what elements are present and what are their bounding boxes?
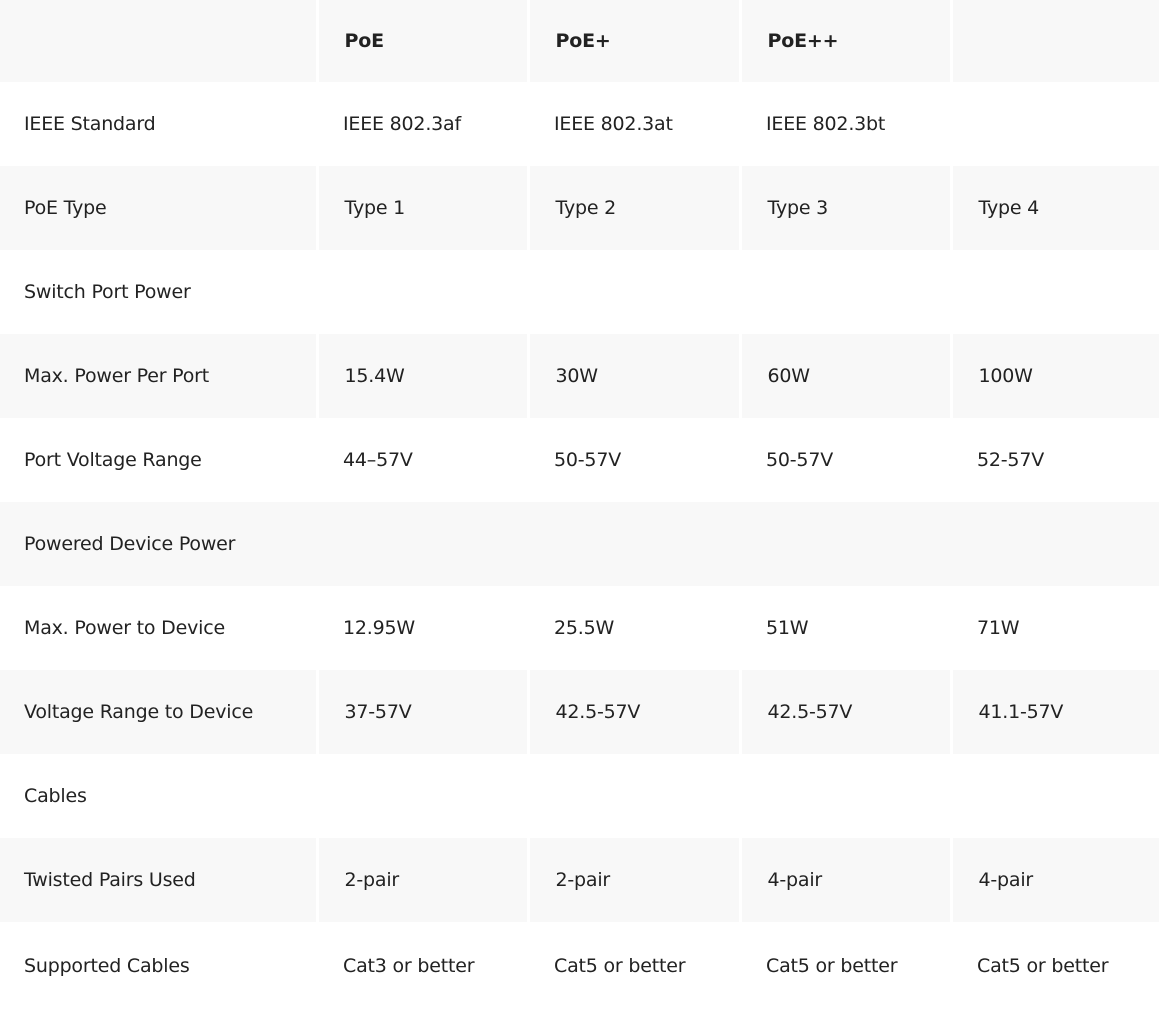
table-cell bbox=[951, 754, 1159, 838]
table-cell bbox=[528, 754, 740, 838]
table-cell bbox=[528, 250, 740, 334]
table-row-section-cables: Cables bbox=[0, 754, 1159, 838]
table-cell: 71W bbox=[977, 617, 1020, 639]
header-cell-empty bbox=[0, 0, 317, 82]
table-row-poe-type: PoE Type Type 1 Type 2 Type 3 Type 4 bbox=[0, 166, 1159, 250]
table-cell: 25.5W bbox=[554, 617, 615, 639]
table-cell: 50-57V bbox=[766, 449, 834, 471]
table-cell: IEEE 802.3bt bbox=[766, 113, 886, 135]
table-cell: 4-pair bbox=[949, 838, 1159, 922]
table-row-voltage-range-to-device: Voltage Range to Device 37-57V 42.5-57V … bbox=[0, 670, 1159, 754]
table-cell: 4-pair bbox=[738, 838, 951, 922]
section-label: Cables bbox=[24, 785, 87, 807]
table-cell: 42.5-57V bbox=[526, 670, 740, 754]
table-cell bbox=[951, 250, 1159, 334]
table-cell bbox=[951, 82, 1159, 166]
table-cell: Cat5 or better bbox=[766, 954, 898, 977]
table-cell bbox=[317, 250, 528, 334]
table-cell bbox=[317, 754, 528, 838]
header-cell-poe: PoE bbox=[315, 0, 528, 82]
row-label: Port Voltage Range bbox=[24, 449, 202, 471]
row-label: Voltage Range to Device bbox=[0, 670, 317, 754]
poe-comparison-table: PoE PoE+ PoE++ IEEE Standard IEEE 802.3a… bbox=[0, 0, 1159, 1009]
header-cell-spacer bbox=[949, 0, 1159, 82]
row-label: IEEE Standard bbox=[24, 113, 156, 135]
table-cell: 52-57V bbox=[977, 449, 1045, 471]
table-cell: IEEE 802.3at bbox=[554, 113, 673, 135]
table-cell: Type 4 bbox=[949, 166, 1159, 250]
table-cell: 44–57V bbox=[343, 449, 413, 471]
table-cell: 2-pair bbox=[315, 838, 528, 922]
table-cell: Cat5 or better bbox=[554, 954, 686, 977]
row-label: Supported Cables bbox=[24, 954, 190, 977]
table-cell: 100W bbox=[949, 334, 1159, 418]
table-row-section-switch-port-power: Switch Port Power bbox=[0, 250, 1159, 334]
header-cell-poe-plus-plus: PoE++ bbox=[738, 0, 951, 82]
table-cell bbox=[740, 754, 951, 838]
table-cell: 50-57V bbox=[554, 449, 622, 471]
row-label: Twisted Pairs Used bbox=[0, 838, 317, 922]
table-row-ieee-standard: IEEE Standard IEEE 802.3af IEEE 802.3at … bbox=[0, 82, 1159, 166]
table-cell: 51W bbox=[766, 617, 809, 639]
header-cell-poe-plus: PoE+ bbox=[526, 0, 740, 82]
table-row-max-power-per-port: Max. Power Per Port 15.4W 30W 60W 100W bbox=[0, 334, 1159, 418]
table-cell: Cat5 or better bbox=[977, 954, 1109, 977]
table-cell: 60W bbox=[738, 334, 951, 418]
row-label: PoE Type bbox=[0, 166, 317, 250]
table-cell: Cat3 or better bbox=[343, 954, 475, 977]
table-row-port-voltage-range: Port Voltage Range 44–57V 50-57V 50-57V … bbox=[0, 418, 1159, 502]
table-cell: 30W bbox=[526, 334, 740, 418]
section-label: Switch Port Power bbox=[24, 281, 191, 303]
table-cell: Type 1 bbox=[315, 166, 528, 250]
table-row-twisted-pairs-used: Twisted Pairs Used 2-pair 2-pair 4-pair … bbox=[0, 838, 1159, 922]
table-cell: 41.1-57V bbox=[949, 670, 1159, 754]
table-row-section-powered-device-power: Powered Device Power bbox=[0, 502, 1159, 586]
table-cell: 42.5-57V bbox=[738, 670, 951, 754]
table-cell: 15.4W bbox=[315, 334, 528, 418]
row-label: Max. Power Per Port bbox=[0, 334, 317, 418]
table-cell: Type 3 bbox=[738, 166, 951, 250]
table-header-row: PoE PoE+ PoE++ bbox=[0, 0, 1159, 82]
table-cell bbox=[740, 250, 951, 334]
table-cell: 37-57V bbox=[315, 670, 528, 754]
section-label: Powered Device Power bbox=[0, 502, 1159, 586]
table-cell: Type 2 bbox=[526, 166, 740, 250]
table-cell: 2-pair bbox=[526, 838, 740, 922]
row-label: Max. Power to Device bbox=[24, 617, 225, 639]
table-row-supported-cables: Supported Cables Cat3 or better Cat5 or … bbox=[0, 922, 1159, 1009]
table-cell: 12.95W bbox=[343, 617, 415, 639]
table-cell: IEEE 802.3af bbox=[343, 113, 461, 135]
table-row-max-power-to-device: Max. Power to Device 12.95W 25.5W 51W 71… bbox=[0, 586, 1159, 670]
